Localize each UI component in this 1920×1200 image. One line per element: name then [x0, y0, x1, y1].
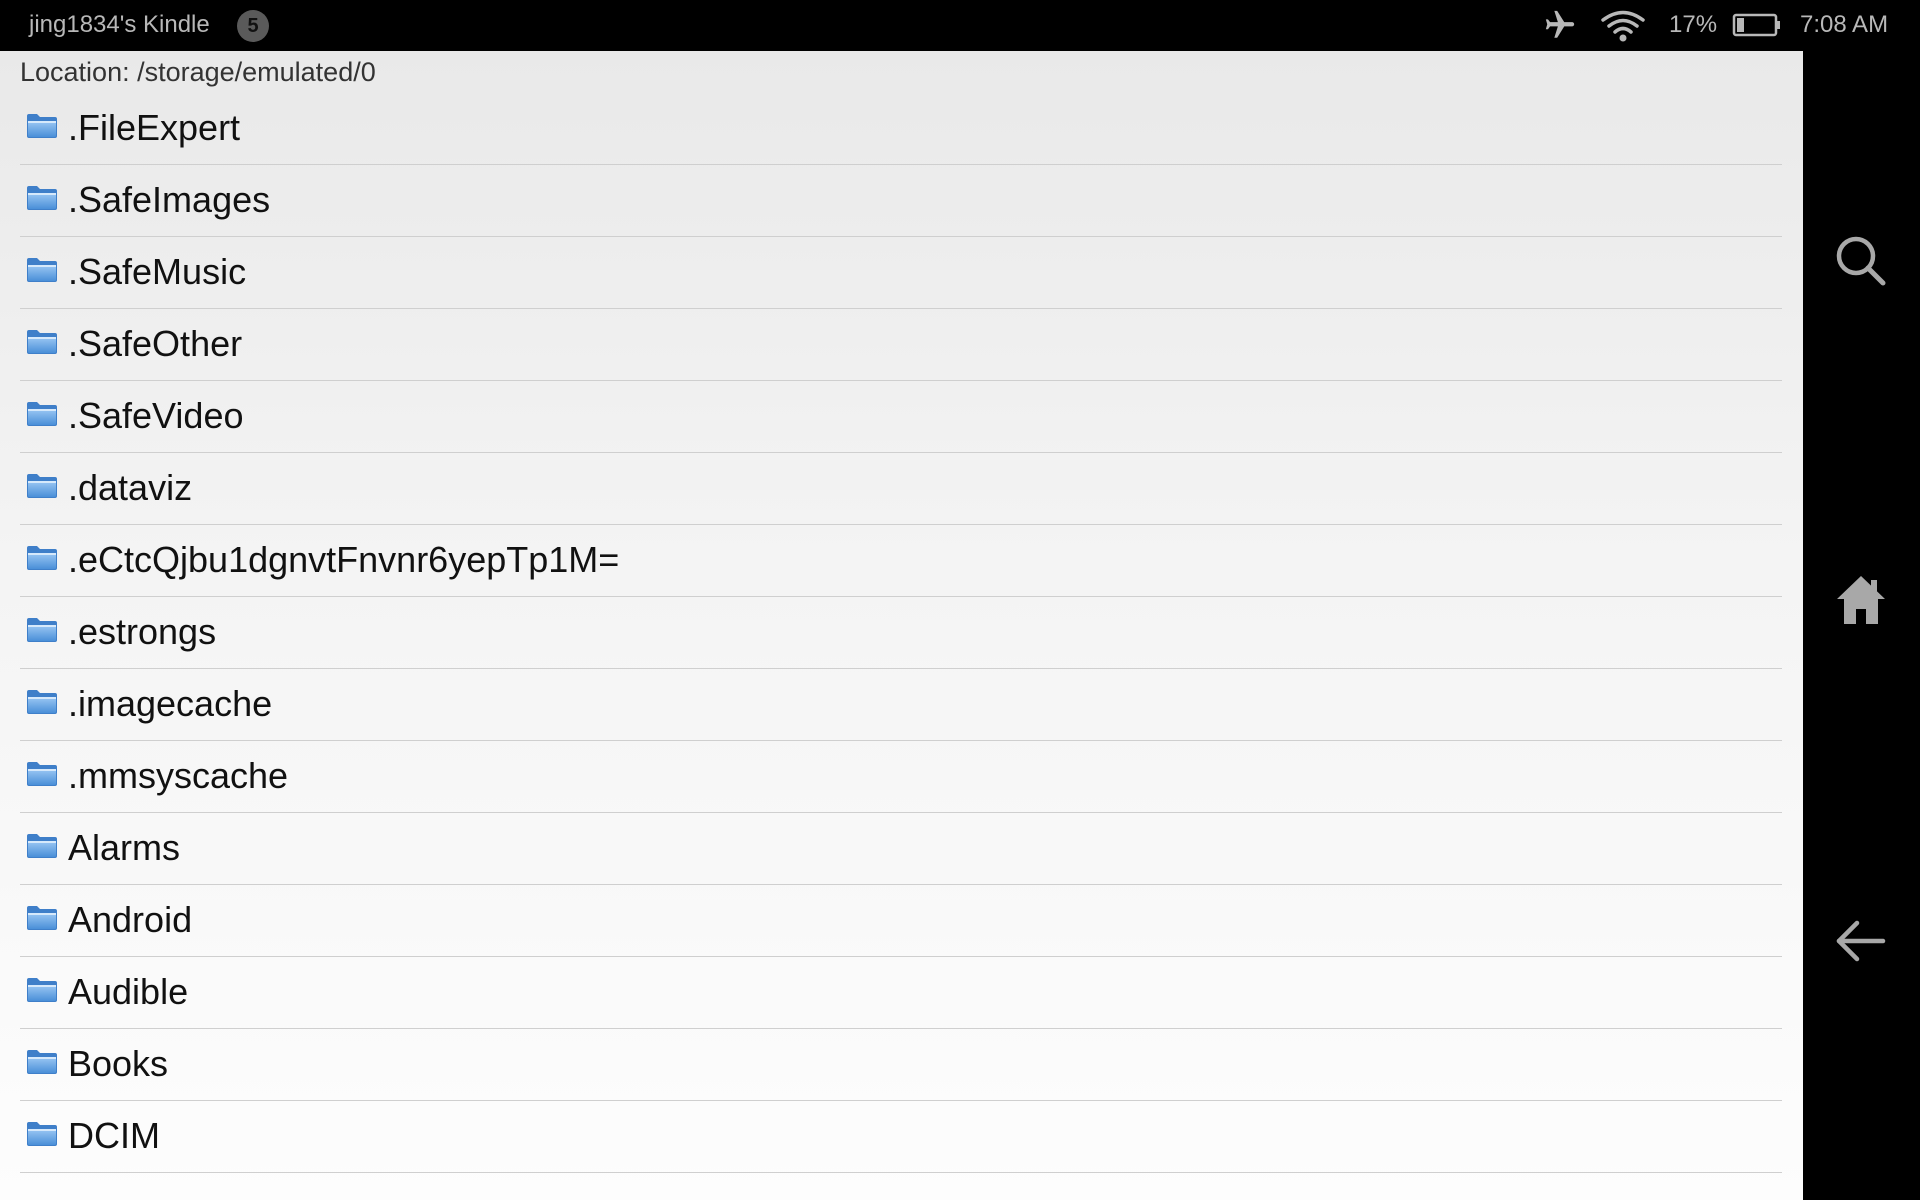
wifi-icon	[1601, 10, 1645, 42]
file-name: .mmsyscache	[68, 755, 289, 796]
device-name: jing1834's Kindle	[29, 11, 210, 38]
file-name: .SafeOther	[68, 323, 243, 364]
file-name: .imagecache	[68, 683, 273, 724]
battery-percent: 17%	[1669, 11, 1718, 38]
folder-icon	[27, 906, 57, 930]
file-row[interactable]: .dataviz	[20, 453, 1782, 525]
folder-icon	[27, 402, 57, 426]
folder-icon	[27, 258, 57, 282]
battery-icon	[1732, 13, 1780, 37]
file-name: .estrongs	[68, 611, 217, 652]
file-name: Audible	[68, 971, 189, 1012]
notification-badge[interactable]: 5	[237, 10, 269, 42]
folder-icon	[27, 834, 57, 858]
folder-icon	[27, 762, 57, 786]
folder-icon	[27, 546, 57, 570]
file-row[interactable]: Alarms	[20, 813, 1782, 885]
file-name: .SafeImages	[68, 179, 271, 220]
file-row[interactable]: .SafeImages	[20, 165, 1782, 237]
file-row[interactable]: Android	[20, 885, 1782, 957]
file-name: .SafeVideo	[68, 395, 244, 436]
file-name: DCIM	[68, 1115, 160, 1156]
back-arrow-icon[interactable]	[1831, 911, 1891, 971]
folder-icon	[27, 186, 57, 210]
folder-icon	[27, 114, 57, 138]
file-row[interactable]: .SafeMusic	[20, 237, 1782, 309]
search-icon[interactable]	[1831, 231, 1891, 291]
home-icon[interactable]	[1831, 570, 1891, 630]
file-row[interactable]: .eCtcQjbu1dgnvtFnvnr6yepTp1M=	[20, 525, 1782, 597]
folder-icon	[27, 690, 57, 714]
file-name: Android	[68, 899, 193, 940]
file-row[interactable]: .SafeVideo	[20, 381, 1782, 453]
airplane-mode-icon	[1545, 10, 1575, 38]
file-name: .FileExpert	[68, 107, 241, 148]
file-name: .dataviz	[68, 467, 193, 508]
folder-icon	[27, 1050, 57, 1074]
file-row[interactable]: .mmsyscache	[20, 741, 1782, 813]
file-name: .SafeMusic	[68, 251, 247, 292]
folder-icon	[27, 1122, 57, 1146]
file-row[interactable]: Books	[20, 1029, 1782, 1101]
file-row[interactable]: DCIM	[20, 1101, 1782, 1173]
folder-icon	[27, 618, 57, 642]
location-path: Location: /storage/emulated/0	[20, 57, 376, 87]
clock: 7:08 AM	[1800, 11, 1889, 38]
folder-icon	[27, 330, 57, 354]
file-name: Books	[68, 1043, 169, 1084]
file-row[interactable]: .estrongs	[20, 597, 1782, 669]
navigation-bar	[1803, 51, 1920, 1200]
file-row[interactable]: .FileExpert	[20, 93, 1782, 165]
file-browser-panel: Location: /storage/emulated/0 .FileExper…	[0, 51, 1803, 1200]
file-name: .eCtcQjbu1dgnvtFnvnr6yepTp1M=	[68, 539, 620, 580]
file-row[interactable]: .SafeOther	[20, 309, 1782, 381]
folder-icon	[27, 978, 57, 1002]
file-list: .FileExpert .SafeImages .SafeMusic .SafeOth…	[20, 93, 1782, 1173]
file-name: Alarms	[68, 827, 181, 868]
file-row[interactable]: .imagecache	[20, 669, 1782, 741]
folder-icon	[27, 474, 57, 498]
status-bar: jing1834's Kindle 5 17% 7:08 AM	[0, 0, 1920, 51]
file-row[interactable]: Audible	[20, 957, 1782, 1029]
